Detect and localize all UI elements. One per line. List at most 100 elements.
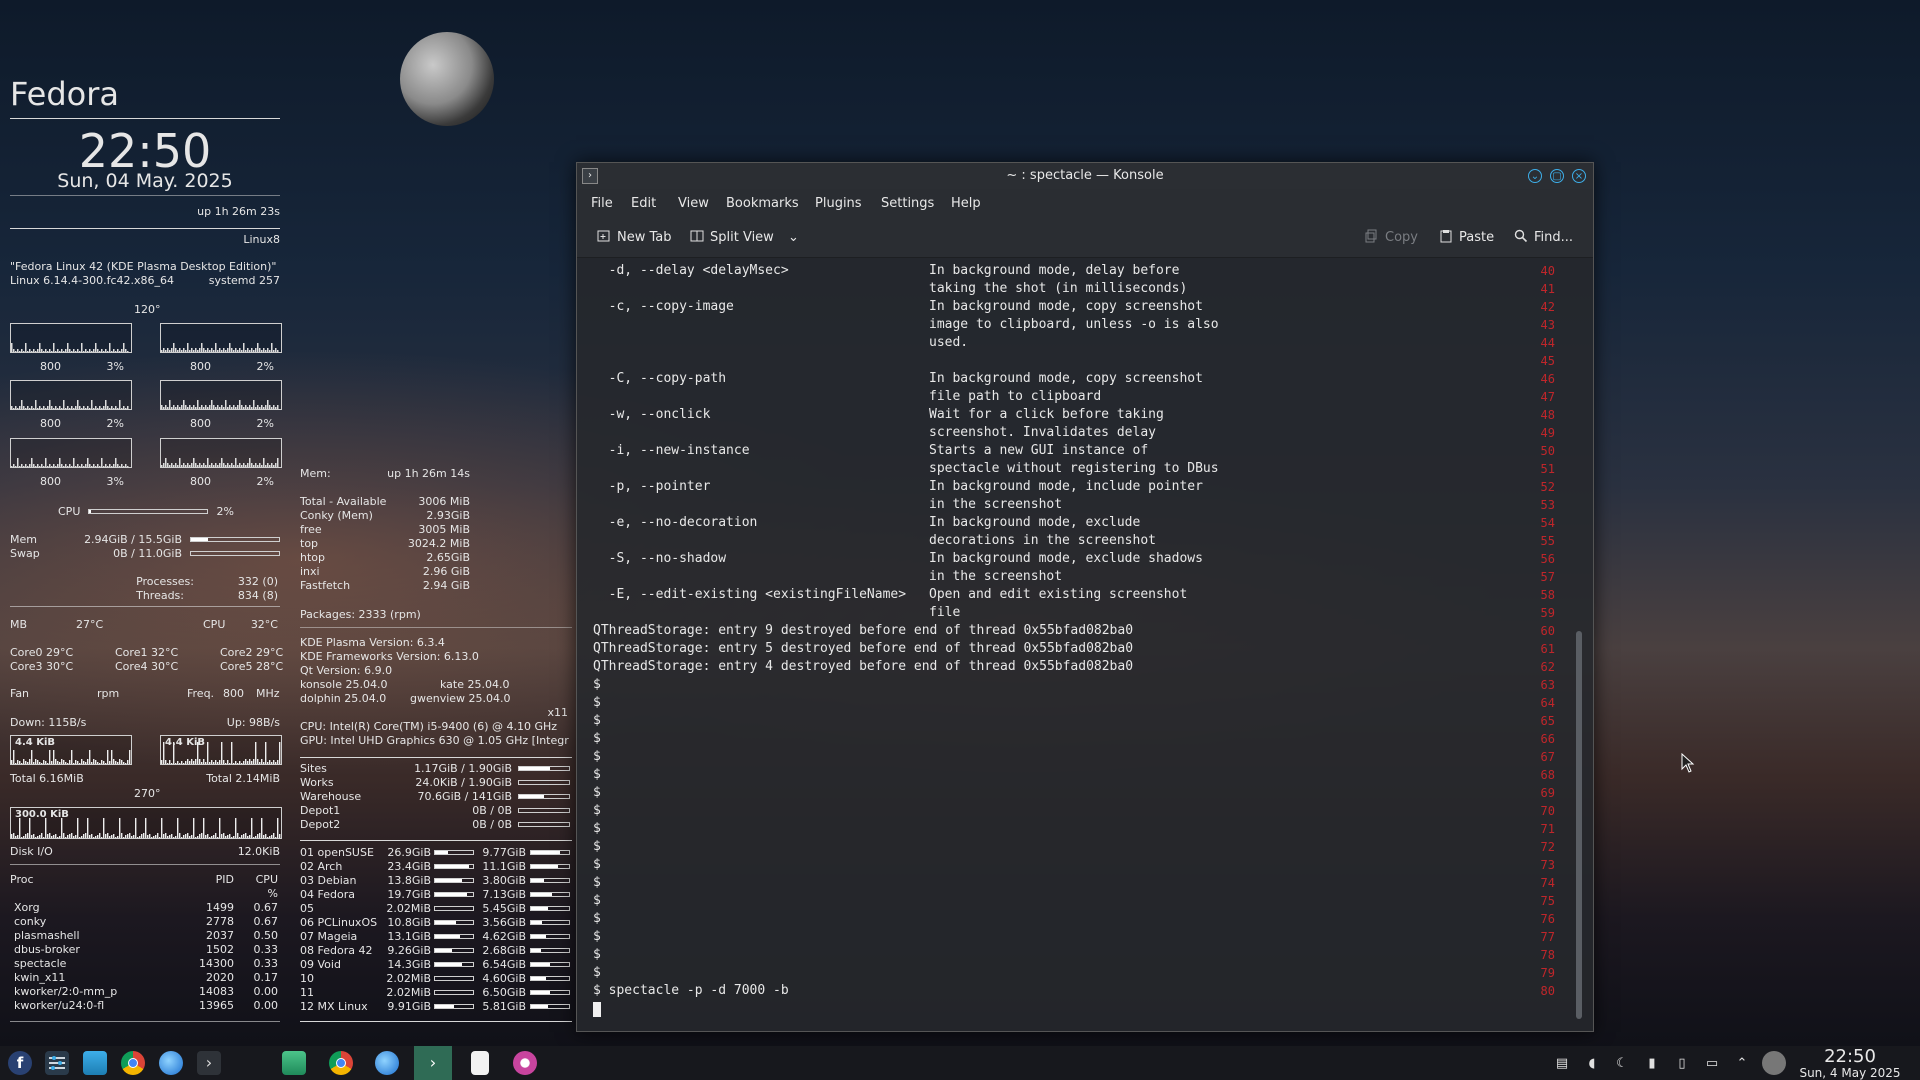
chrome-task-icon[interactable] xyxy=(329,1051,353,1075)
split-view-button[interactable]: Split View ⌄ xyxy=(690,229,799,245)
night-color-icon[interactable]: ☾ xyxy=(1614,1056,1630,1072)
swap-bar xyxy=(190,551,280,556)
disk-io-value: 12.0KiB xyxy=(237,845,280,858)
taskbar: f › › ▤ ◖ ☾ ▮ ▯ ▭ ⌃ 22:50 Sun, 4 May 202… xyxy=(0,1046,1920,1080)
core-freq: 800 xyxy=(40,475,61,488)
process-cpu: 0.00 xyxy=(253,999,279,1012)
window-title: ~ : spectacle — Konsole xyxy=(1006,168,1164,183)
menu-help[interactable]: Help xyxy=(951,196,981,211)
thunderbird-task-icon[interactable] xyxy=(375,1051,399,1075)
terminal-scrollbar[interactable] xyxy=(1574,259,1584,1025)
konsole-task-icon[interactable]: › xyxy=(414,1046,452,1080)
terminal-line: $ xyxy=(593,839,601,854)
fedora-icon[interactable]: f xyxy=(8,1051,32,1075)
thunderbird-icon[interactable] xyxy=(159,1051,183,1075)
freq-label: Freq. xyxy=(187,687,215,700)
terminal-description: In background mode, exclude shadows xyxy=(929,551,1203,566)
line-number: 71 xyxy=(1540,822,1555,836)
net-up-graph: 4.4 KiB xyxy=(160,735,282,765)
find-button[interactable]: Find... xyxy=(1514,229,1573,245)
terminal-line: $ spectacle -p -d 7000 -b xyxy=(593,983,789,998)
usb-icon[interactable]: ▮ xyxy=(1644,1056,1660,1072)
total-up: Total 2.14MiB xyxy=(206,772,280,785)
process-cpu: 0.17 xyxy=(253,971,279,984)
spectacle-task-icon[interactable] xyxy=(513,1051,537,1075)
uptime: up 1h 26m 23s xyxy=(197,205,280,218)
partition-name: 01 openSUSE xyxy=(300,846,374,859)
terminal-description: In background mode, exclude xyxy=(929,515,1141,530)
line-number: 42 xyxy=(1540,300,1555,314)
terminal-line: $ xyxy=(593,965,601,980)
partition-free: 4.60GiB xyxy=(482,972,526,985)
process-name: kworker/u24:0-fl xyxy=(14,999,105,1012)
line-number: 43 xyxy=(1540,318,1555,332)
cpu-bar xyxy=(88,509,208,514)
copy-button[interactable]: Copy xyxy=(1365,229,1418,245)
dolphin-task-icon[interactable] xyxy=(282,1051,306,1075)
terminal-description: In background mode, copy screenshot xyxy=(929,299,1203,314)
terminal-line: $ xyxy=(593,767,601,782)
partition-used-bar xyxy=(434,934,474,939)
files-icon[interactable] xyxy=(83,1051,107,1075)
partition-used-bar xyxy=(434,962,474,967)
maximize-button[interactable]: ▢ xyxy=(1550,169,1564,183)
process-name: plasmashell xyxy=(14,929,80,942)
avatar[interactable] xyxy=(1762,1051,1786,1075)
disk-bar xyxy=(518,808,570,813)
disk-name: Sites xyxy=(300,762,327,775)
terminal-line: $ xyxy=(593,857,601,872)
taskbar-clock[interactable]: 22:50 Sun, 4 May 2025 xyxy=(1790,1047,1910,1080)
minimize-button[interactable]: ⌄ xyxy=(1528,169,1542,183)
expand-tray-icon[interactable]: ⌃ xyxy=(1734,1056,1750,1072)
scrollbar-thumb[interactable] xyxy=(1576,631,1582,1019)
menu-bookmarks[interactable]: Bookmarks xyxy=(726,196,799,211)
window-titlebar[interactable]: › ~ : spectacle — Konsole ⌄ ▢ × xyxy=(577,163,1593,189)
clipboard-icon[interactable]: ▤ xyxy=(1554,1056,1570,1072)
terminal-line: -S, --no-shadow xyxy=(593,551,727,566)
mem-row-value: 2.93GiB xyxy=(426,509,470,522)
menu-plugins[interactable]: Plugins xyxy=(815,196,862,211)
core-load: 2% xyxy=(106,417,124,430)
line-number: 66 xyxy=(1540,732,1555,746)
cpu-total: 2% xyxy=(216,505,234,518)
partition-free: 9.77GiB xyxy=(482,846,526,859)
distro-name: Fedora xyxy=(10,75,119,113)
partition-free: 3.80GiB xyxy=(482,874,526,887)
terminal-description: in the screenshot xyxy=(929,497,1063,512)
cpu-core-graph xyxy=(10,323,132,353)
storage-icon[interactable]: ▯ xyxy=(1674,1056,1690,1072)
network-icon[interactable]: ▭ xyxy=(1704,1056,1720,1072)
net-up: Up: 98B/s xyxy=(226,716,280,729)
cpu-label: CPU xyxy=(58,505,81,518)
partition-name: 05 xyxy=(300,902,314,915)
partition-name: 08 Fedora 42 xyxy=(300,944,373,957)
new-tab-button[interactable]: New Tab xyxy=(597,229,672,245)
terminal-line: $ xyxy=(593,731,601,746)
close-button[interactable]: × xyxy=(1572,169,1586,183)
chrome-icon[interactable] xyxy=(121,1051,145,1075)
fan-label: Fan xyxy=(10,687,30,700)
settings-icon[interactable] xyxy=(45,1051,69,1075)
menu-view[interactable]: View xyxy=(678,196,709,211)
partition-used-bar xyxy=(434,850,474,855)
partition-name: 07 Mageia xyxy=(300,930,358,943)
partition-name: 04 Fedora xyxy=(300,888,355,901)
kate-task-icon[interactable] xyxy=(471,1051,489,1075)
menu-settings[interactable]: Settings xyxy=(881,196,934,211)
terminal-description: file path to clipboard xyxy=(929,389,1102,404)
partition-used-bar xyxy=(434,878,474,883)
menu-file[interactable]: File xyxy=(591,196,613,211)
partition-name: 10 xyxy=(300,972,314,985)
terminal-icon[interactable]: › xyxy=(197,1051,221,1075)
terminal-description: used. xyxy=(929,335,969,350)
terminal-line: -d, --delay <delayMsec> xyxy=(593,263,789,278)
line-number: 78 xyxy=(1540,948,1555,962)
menu-edit[interactable]: Edit xyxy=(631,196,656,211)
volume-icon[interactable]: ◖ xyxy=(1584,1056,1600,1072)
paste-button[interactable]: Paste xyxy=(1439,229,1494,245)
terminal-area[interactable]: -d, --delay <delayMsec> In background mod… xyxy=(577,258,1593,1031)
paste-icon xyxy=(1440,230,1452,243)
partition-used-bar xyxy=(434,1004,474,1009)
line-number: 45 xyxy=(1540,354,1555,368)
chevron-down-icon[interactable]: ⌄ xyxy=(788,230,799,245)
